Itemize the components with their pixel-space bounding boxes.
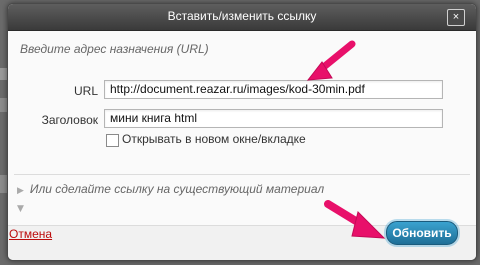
link-existing-label: Или сделайте ссылку на существующий мате…: [29, 182, 325, 196]
triangle-right-icon: ▶: [17, 185, 24, 195]
triangle-down-icon: ▼: [17, 204, 24, 214]
annotation-arrow-icon: [324, 200, 386, 239]
update-button[interactable]: Обновить: [386, 221, 458, 245]
background-fragment: [0, 68, 7, 80]
new-window-checkbox[interactable]: [106, 134, 119, 147]
dialog-titlebar: Вставить/изменить ссылку ×: [8, 4, 476, 31]
background-fragment: [0, 175, 7, 193]
divider: [14, 174, 470, 175]
url-hint: Введите адрес назначения (URL): [20, 42, 209, 56]
link-existing-toggle[interactable]: ▶ Или сделайте ссылку на существующий мат…: [17, 182, 324, 196]
close-button[interactable]: ×: [447, 9, 465, 26]
background-fragment: [0, 98, 7, 112]
title-label: Заголовок: [41, 113, 98, 127]
cancel-link[interactable]: Отмена: [9, 227, 52, 241]
url-label: URL: [73, 84, 98, 98]
new-window-label[interactable]: Открывать в новом окне/вкладке: [122, 132, 306, 146]
annotation-arrow-icon: [306, 40, 356, 81]
dialog-title: Вставить/изменить ссылку: [167, 9, 317, 23]
title-input[interactable]: мини книга html: [104, 109, 443, 128]
url-input[interactable]: http://document.reazar.ru/images/kod-30m…: [104, 80, 443, 99]
